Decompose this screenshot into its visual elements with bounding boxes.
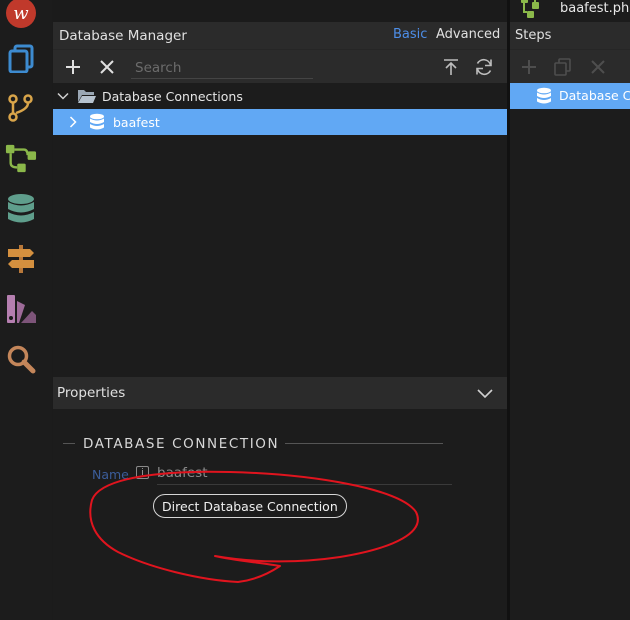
tree-item-baafest[interactable]: baafest xyxy=(53,109,507,135)
signpost-icon[interactable] xyxy=(5,243,37,275)
database-connection-icon xyxy=(90,113,104,130)
database-manager-panel: Database Manager Basic Advanced Database… xyxy=(53,22,507,377)
steps-header: Steps xyxy=(510,22,630,49)
mode-basic-tab[interactable]: Basic xyxy=(393,27,427,42)
file-tab[interactable]: baafest.php xyxy=(560,1,630,16)
wappler-logo-icon[interactable]: w xyxy=(5,0,37,29)
add-button[interactable] xyxy=(63,57,83,77)
delete-step-icon[interactable] xyxy=(591,60,605,74)
design-assets-icon[interactable] xyxy=(5,293,37,325)
svg-text:w: w xyxy=(13,3,29,24)
info-icon[interactable]: i xyxy=(136,466,149,479)
add-step-icon[interactable] xyxy=(521,59,537,75)
section-title: DATABASE CONNECTION xyxy=(83,436,280,452)
name-field[interactable]: baafest xyxy=(157,465,208,481)
database-manager-header: Database Manager Basic Advanced xyxy=(53,22,507,49)
steps-toolbar xyxy=(510,49,630,83)
search-input[interactable] xyxy=(131,57,313,79)
mode-advanced-tab[interactable]: Advanced xyxy=(436,27,500,42)
section-divider-right xyxy=(285,443,443,444)
name-field-underline xyxy=(157,484,452,485)
chevron-right-icon xyxy=(69,116,77,128)
file-tab-bar: baafest.php xyxy=(510,0,630,22)
tree-item-label: baafest xyxy=(113,114,160,130)
right-panel: baafest.php Steps Database Connection xyxy=(510,0,630,620)
collapse-chevron-icon[interactable] xyxy=(477,387,493,399)
section-divider-left xyxy=(63,443,75,444)
steps-title: Steps xyxy=(515,28,552,43)
close-icon xyxy=(100,60,114,74)
delete-button[interactable] xyxy=(97,57,117,77)
pages-icon[interactable] xyxy=(5,42,37,74)
icon-rail: w xyxy=(0,0,52,620)
arrow-to-top-icon xyxy=(444,59,458,75)
properties-panel: Properties DATABASE CONNECTION Name i ba… xyxy=(53,377,507,620)
properties-title: Properties xyxy=(57,385,126,401)
step-database-connection[interactable]: Database Connection xyxy=(510,83,630,109)
panel-title: Database Manager xyxy=(59,27,187,44)
refresh-icon xyxy=(476,58,492,76)
refresh-button[interactable] xyxy=(474,57,494,77)
move-to-top-button[interactable] xyxy=(441,57,461,77)
plus-icon xyxy=(66,60,80,74)
tree-item-label: Database Connections xyxy=(102,88,243,104)
chevron-down-icon xyxy=(57,92,69,100)
git-branch-icon[interactable] xyxy=(5,92,37,124)
step-label: Database Connection xyxy=(559,88,630,103)
folder-open-icon xyxy=(78,90,96,103)
database-icon[interactable] xyxy=(5,193,37,225)
connection-type-badge[interactable]: Direct Database Connection xyxy=(153,494,347,518)
search-magnifier-icon[interactable] xyxy=(5,343,37,375)
server-action-icon xyxy=(521,0,539,18)
database-manager-toolbar xyxy=(53,49,507,83)
database-connection-icon xyxy=(537,87,551,104)
properties-header[interactable]: Properties xyxy=(53,377,507,409)
name-label: Name xyxy=(92,467,129,482)
server-workflow-icon[interactable] xyxy=(5,142,37,174)
tree-item-database-connections[interactable]: Database Connections xyxy=(53,83,507,109)
copy-step-icon[interactable] xyxy=(554,58,572,76)
